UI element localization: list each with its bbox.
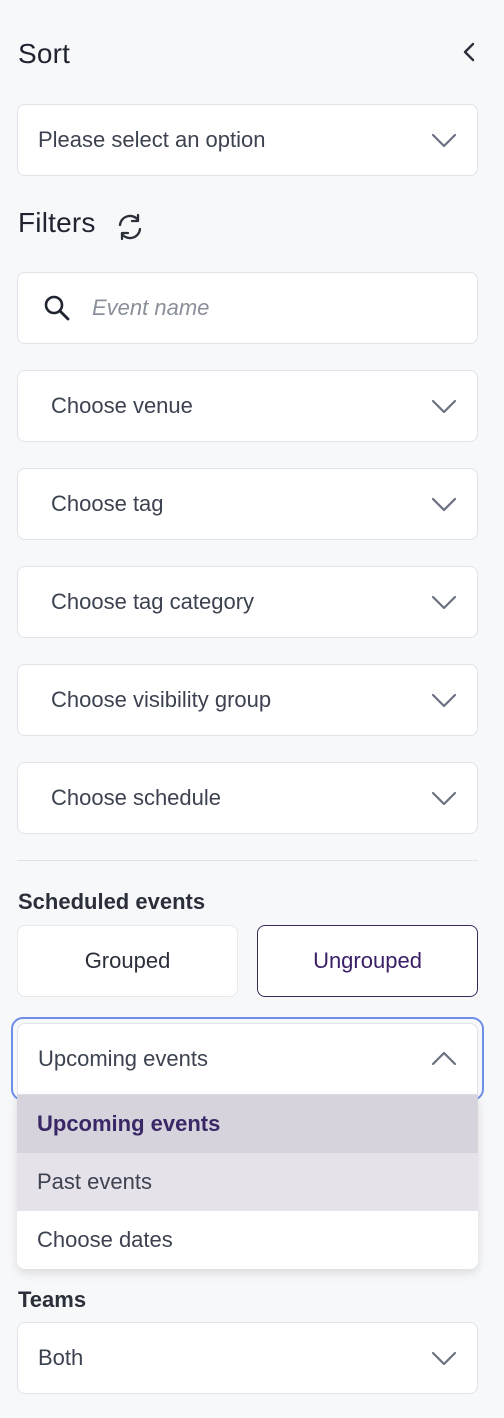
sort-select[interactable]: Please select an option [17,104,478,176]
refresh-icon [118,213,142,241]
search-input[interactable]: Event name [92,295,209,321]
schedule-select-value: Choose schedule [51,785,222,810]
chevron-down-icon [431,133,457,148]
chevron-down-icon [431,595,457,610]
grouped-toggle-button[interactable]: Grouped [17,925,238,997]
tag-category-select-value: Choose tag category [51,589,255,614]
tag-select[interactable]: Choose tag [17,468,478,540]
collapse-panel-button[interactable] [458,40,482,69]
venue-select-value: Choose venue [51,393,193,418]
chevron-down-icon [431,693,457,708]
tag-category-select[interactable]: Choose tag category [17,566,478,638]
ungrouped-toggle-button[interactable]: Ungrouped [257,925,478,997]
option-choose-dates[interactable]: Choose dates [17,1211,478,1269]
sort-title: Sort [18,38,71,69]
teams-select-value: Both [38,1345,84,1370]
event-name-search[interactable]: Event name [17,272,478,344]
chevron-up-icon [431,1051,457,1066]
teams-select[interactable]: Both [17,1322,478,1394]
visibility-group-select-value: Choose visibility group [51,687,272,712]
tag-select-value: Choose tag [51,491,164,516]
chevron-down-icon [431,791,457,806]
venue-select[interactable]: Choose venue [17,370,478,442]
reset-filters-button[interactable] [115,212,145,247]
time-select[interactable]: Upcoming events [17,1023,478,1095]
chevron-down-icon [431,399,457,414]
chevron-down-icon [431,497,457,512]
option-upcoming-events[interactable]: Upcoming events [17,1095,478,1153]
filter-panel: Sort Please select an option Filters Eve… [0,0,504,1418]
option-past-events[interactable]: Past events [17,1153,478,1211]
teams-label: Teams [18,1287,87,1312]
chevron-down-icon [431,1351,457,1366]
time-select-menu: Upcoming events Past events Choose dates [17,1095,478,1269]
schedule-select[interactable]: Choose schedule [17,762,478,834]
visibility-group-select[interactable]: Choose visibility group [17,664,478,736]
sort-select-value: Please select an option [38,127,266,152]
section-divider [17,860,478,861]
filters-title: Filters [18,207,96,238]
search-icon [44,295,70,321]
scheduled-events-label: Scheduled events [18,889,206,914]
chevron-left-icon [463,42,475,62]
time-select-value: Upcoming events [38,1046,208,1071]
